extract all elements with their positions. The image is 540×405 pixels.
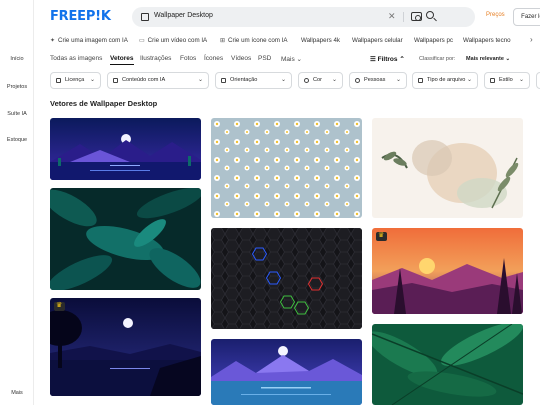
sort-select[interactable]: Mais relevante ⌄ <box>466 56 510 62</box>
license-icon <box>56 78 61 83</box>
daisy-pattern-image <box>211 118 362 218</box>
left-sidebar: Início Projetos Suíte IA Estoque Mais <box>0 0 34 405</box>
chevron-down-icon: ⌄ <box>505 56 511 62</box>
chevron-right-icon[interactable]: › <box>530 35 533 44</box>
result-thumbnail-tropical-leaves-dark[interactable] <box>50 188 201 290</box>
sidebar-item-mais[interactable]: Mais <box>0 390 34 396</box>
sidebar-item-suite-ia[interactable]: Suíte IA <box>0 111 34 117</box>
result-thumbnail-night-tree-moon[interactable] <box>50 298 201 396</box>
premium-crown-icon <box>54 301 65 311</box>
freepik-logo[interactable]: FREEP!K <box>50 9 111 24</box>
tropical-leaves-dark-image <box>50 188 201 290</box>
search-input[interactable]: Wallpaper Desktop <box>154 12 213 19</box>
filter-orientacao[interactable]: Orientação ⌄ <box>215 72 292 89</box>
icon-grid-icon: ⊞ <box>220 38 226 44</box>
premium-crown-icon <box>376 231 387 241</box>
sidebar-item-projetos[interactable]: Projetos <box>0 84 34 90</box>
result-thumbnail-mountain-lake-night[interactable] <box>50 118 201 180</box>
suggestion-ai-image[interactable]: ✦ Crie uma imagem com IA <box>50 37 128 44</box>
chevron-down-icon: ⌄ <box>518 77 524 83</box>
result-thumbnail-green-palm-leaves[interactable] <box>372 324 523 405</box>
hexagon-dark-image <box>211 228 362 329</box>
result-thumbnail-botanical-beige[interactable] <box>372 118 523 218</box>
style-icon <box>490 78 495 83</box>
result-thumbnail-daisy-pattern[interactable] <box>211 118 362 218</box>
tab-mais[interactable]: Mais ⌄ <box>281 55 302 63</box>
green-palm-leaves-image <box>372 324 523 405</box>
sparkle-icon: ✦ <box>50 38 56 44</box>
chevron-up-icon: ⌃ <box>399 56 405 63</box>
asset-type-icon[interactable] <box>141 13 149 21</box>
suggestion-wallpapers-pc[interactable]: Wallpapers pc <box>414 37 453 44</box>
sort-label: Classificar por: <box>419 56 456 62</box>
suggestion-wallpapers-tecno[interactable]: Wallpapers tecno <box>463 37 511 44</box>
filter-pills-row: Licença ⌄ Conteúdo com IA ⌄ Orientação ⌄ Co… <box>34 71 540 91</box>
sunset-forest-image <box>372 228 523 314</box>
suggestion-ai-icon[interactable]: ⊞ Crie um ícone com IA <box>220 37 288 44</box>
content-type-tabs: Todas as imagens Vetores Ilustrações Fot… <box>34 52 540 68</box>
night-tree-moon-image <box>50 298 201 396</box>
result-thumbnail-mountain-reflection[interactable] <box>211 339 362 405</box>
palette-icon <box>304 78 309 83</box>
section-title: Vetores de Wallpaper Desktop <box>50 99 158 108</box>
tab-todas-imagens[interactable]: Todas as imagens <box>50 55 102 62</box>
people-icon <box>355 78 360 83</box>
filter-estilo[interactable]: Estilo ⌄ <box>484 72 530 89</box>
close-icon[interactable]: ✕ <box>388 11 396 22</box>
filters-toggle-button[interactable]: ☰ Filtros ⌃ <box>370 55 405 63</box>
mountain-lake-night-image <box>50 118 201 180</box>
chevron-down-icon: ⌄ <box>395 77 401 83</box>
sidebar-item-inicio[interactable]: Início <box>0 56 34 62</box>
suggestion-row: ✦ Crie uma imagem com IA ▭ Crie um vídeo c… <box>34 34 540 50</box>
file-type-icon <box>418 78 423 83</box>
filter-tipo-arquivo[interactable]: Tipo de arquivo ⌄ <box>412 72 478 89</box>
tab-fotos[interactable]: Fotos <box>180 55 196 62</box>
suggestion-wallpapers-4k[interactable]: Wallpapers 4k <box>301 37 340 44</box>
chevron-down-icon: ⌄ <box>466 77 472 83</box>
chevron-down-icon: ⌄ <box>331 77 337 83</box>
suggestion-wallpapers-celular[interactable]: Wallpapers celular <box>352 37 403 44</box>
search-bar[interactable]: Wallpaper Desktop ✕ <box>132 7 475 27</box>
tab-psd[interactable]: PSD <box>258 55 271 62</box>
search-icon[interactable] <box>426 11 434 19</box>
login-button[interactable]: Fazer login <box>513 8 540 26</box>
tab-icones[interactable]: Ícones <box>204 55 223 62</box>
chevron-down-icon: ⌄ <box>197 77 203 83</box>
botanical-beige-image <box>372 118 523 218</box>
ai-content-icon <box>113 78 118 83</box>
search-divider <box>403 12 404 22</box>
chevron-down-icon: ⌄ <box>280 77 286 83</box>
mountain-reflection-image <box>211 339 362 405</box>
video-icon: ▭ <box>139 38 145 44</box>
result-thumbnail-hexagon-dark[interactable] <box>211 228 362 329</box>
chevron-down-icon: ⌄ <box>296 56 302 63</box>
sidebar-item-estoque[interactable]: Estoque <box>0 137 34 143</box>
filter-ad[interactable]: Ad <box>536 72 540 89</box>
top-header: FREEP!K Wallpaper Desktop ✕ Preços Fazer… <box>34 0 540 34</box>
pricing-link[interactable]: Preços <box>486 12 505 18</box>
result-thumbnail-sunset-forest[interactable] <box>372 228 523 314</box>
filter-licenca[interactable]: Licença ⌄ <box>50 72 101 89</box>
filter-cor[interactable]: Cor ⌄ <box>298 72 343 89</box>
camera-search-icon[interactable] <box>411 12 422 21</box>
filter-pessoas[interactable]: Pessoas ⌄ <box>349 72 407 89</box>
orientation-icon <box>221 78 226 83</box>
tab-vetores[interactable]: Vetores <box>110 55 134 65</box>
filter-conteudo-ia[interactable]: Conteúdo com IA ⌄ <box>107 72 209 89</box>
chevron-down-icon: ⌄ <box>89 77 95 83</box>
tab-ilustracoes[interactable]: Ilustrações <box>140 55 171 62</box>
tab-videos[interactable]: Vídeos <box>231 55 251 62</box>
filter-sliders-icon: ☰ <box>370 56 376 63</box>
suggestion-ai-video[interactable]: ▭ Crie um vídeo com IA <box>139 37 207 44</box>
